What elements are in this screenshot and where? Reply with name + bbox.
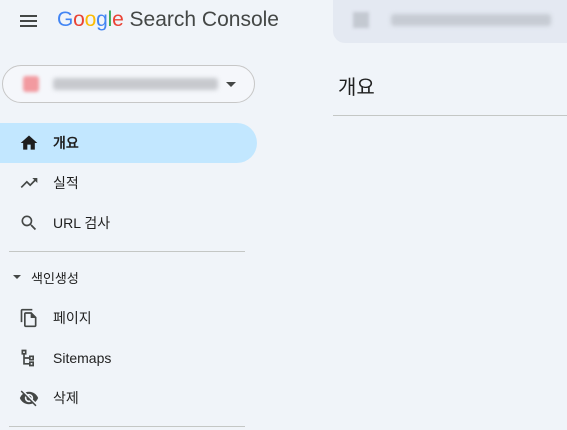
property-selector[interactable] [2, 65, 255, 103]
trending-up-icon [19, 173, 39, 193]
property-favicon [23, 76, 39, 92]
main-menu-button[interactable] [18, 12, 40, 30]
google-logo-text: Google [57, 8, 124, 31]
nav-item-label: 삭제 [53, 390, 79, 406]
nav-item-sitemaps[interactable]: Sitemaps [0, 338, 257, 378]
nav-item-label: Sitemaps [53, 350, 112, 366]
property-name-blurred [53, 78, 218, 90]
search-bar[interactable] [333, 0, 567, 43]
app-logo[interactable]: Google Search Console [57, 8, 279, 32]
page-title: 개요 [338, 77, 375, 99]
title-divider [333, 115, 567, 116]
section-label: 색인생성 [31, 270, 79, 286]
section-indexing-toggle[interactable]: 색인생성 [0, 262, 257, 292]
nav-item-removals[interactable]: 삭제 [0, 378, 257, 418]
nav-item-pages[interactable]: 페이지 [0, 298, 257, 338]
nav-item-performance[interactable]: 실적 [0, 163, 257, 203]
visibility-off-icon [19, 388, 39, 408]
caret-down-icon [226, 82, 236, 87]
nav-item-label: URL 검사 [53, 215, 111, 231]
pages-icon [19, 308, 39, 328]
nav-divider [9, 426, 245, 427]
nav-item-label: 개요 [53, 135, 79, 151]
nav-item-label: 페이지 [53, 310, 92, 326]
nav-item-overview[interactable]: 개요 [0, 123, 257, 163]
menu-bar-icon [20, 20, 37, 22]
nav-divider [9, 251, 245, 252]
blurred-icon [353, 12, 369, 28]
home-icon [19, 133, 39, 153]
menu-bar-icon [20, 25, 37, 27]
caret-down-icon [13, 275, 21, 279]
nav-item-label: 실적 [53, 175, 79, 191]
product-name: Search Console [129, 8, 279, 31]
nav-item-url-inspection[interactable]: URL 검사 [0, 203, 257, 243]
menu-bar-icon [20, 15, 37, 17]
sitemap-icon [19, 348, 39, 368]
blurred-search-text [391, 14, 551, 26]
search-icon [19, 213, 39, 233]
